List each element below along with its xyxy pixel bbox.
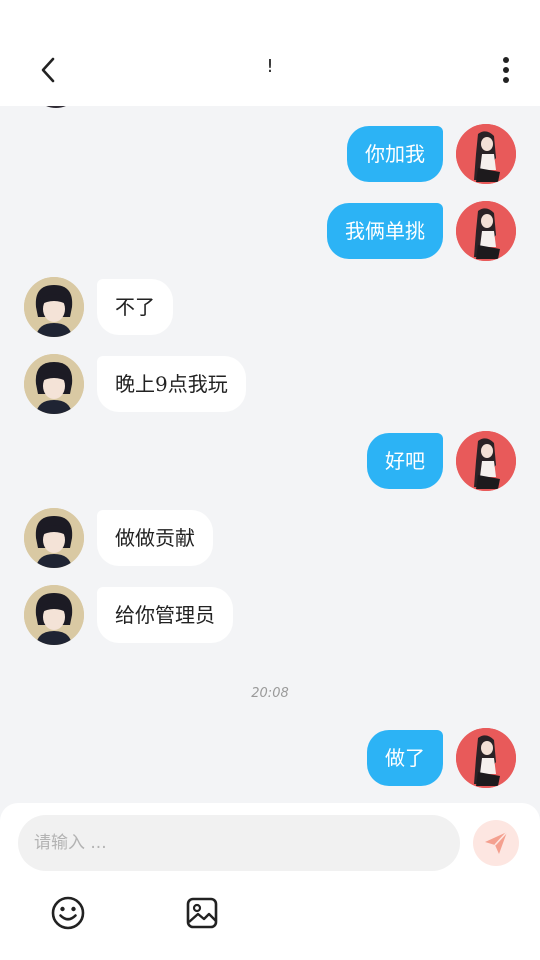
message-bubble[interactable]: 给你管理员 [97,587,233,643]
message-bubble[interactable]: 做了 [367,730,443,786]
contact-avatar[interactable] [24,508,84,568]
avatar-image [456,728,516,788]
image-icon [186,897,218,929]
message-row: 你加我 [0,124,540,186]
send-button[interactable] [473,820,519,866]
message-row: 做了 [0,728,540,790]
avatar-image [456,431,516,491]
emoji-button[interactable] [48,893,88,933]
avatar-image [24,354,84,414]
message-input[interactable] [18,815,460,871]
message-timestamp: 20:08 [251,686,289,701]
image-button[interactable] [182,893,222,933]
message-row: 我俩单挑 [0,201,540,263]
emoji-icon [51,896,85,930]
contact-avatar[interactable] [24,585,84,645]
chat-area[interactable]: 你加我 我俩单挑 不了 晚上9点我玩 好吧 做做贡献 给你管理员 20:08 做… [0,106,540,803]
message-row: 晚上9点我玩 [0,354,540,416]
message-bubble[interactable]: 不了 [97,279,173,335]
message-bubble[interactable]: 做做贡献 [97,510,213,566]
more-button[interactable] [492,52,520,88]
composer-panel [0,803,540,960]
top-bar: ! [0,0,540,106]
avatar[interactable] [30,106,82,108]
my-avatar[interactable] [456,124,516,184]
my-avatar[interactable] [456,728,516,788]
my-avatar[interactable] [456,431,516,491]
send-icon [485,831,508,854]
contact-avatar[interactable] [24,354,84,414]
more-vertical-icon [503,57,509,83]
page-title: ! [266,56,274,77]
message-bubble[interactable]: 晚上9点我玩 [97,356,246,412]
avatar-image [24,508,84,568]
my-avatar[interactable] [456,201,516,261]
avatar-image [24,277,84,337]
message-row: 做做贡献 [0,508,540,570]
message-row: 好吧 [0,431,540,493]
avatar-image [24,585,84,645]
contact-avatar[interactable] [24,277,84,337]
avatar-image [456,201,516,261]
message-row: 给你管理员 [0,585,540,647]
message-bubble[interactable]: 好吧 [367,433,443,489]
avatar-image [456,124,516,184]
message-row: 不了 [0,277,540,339]
message-bubble[interactable]: 你加我 [347,126,443,182]
message-bubble[interactable]: 我俩单挑 [327,203,443,259]
